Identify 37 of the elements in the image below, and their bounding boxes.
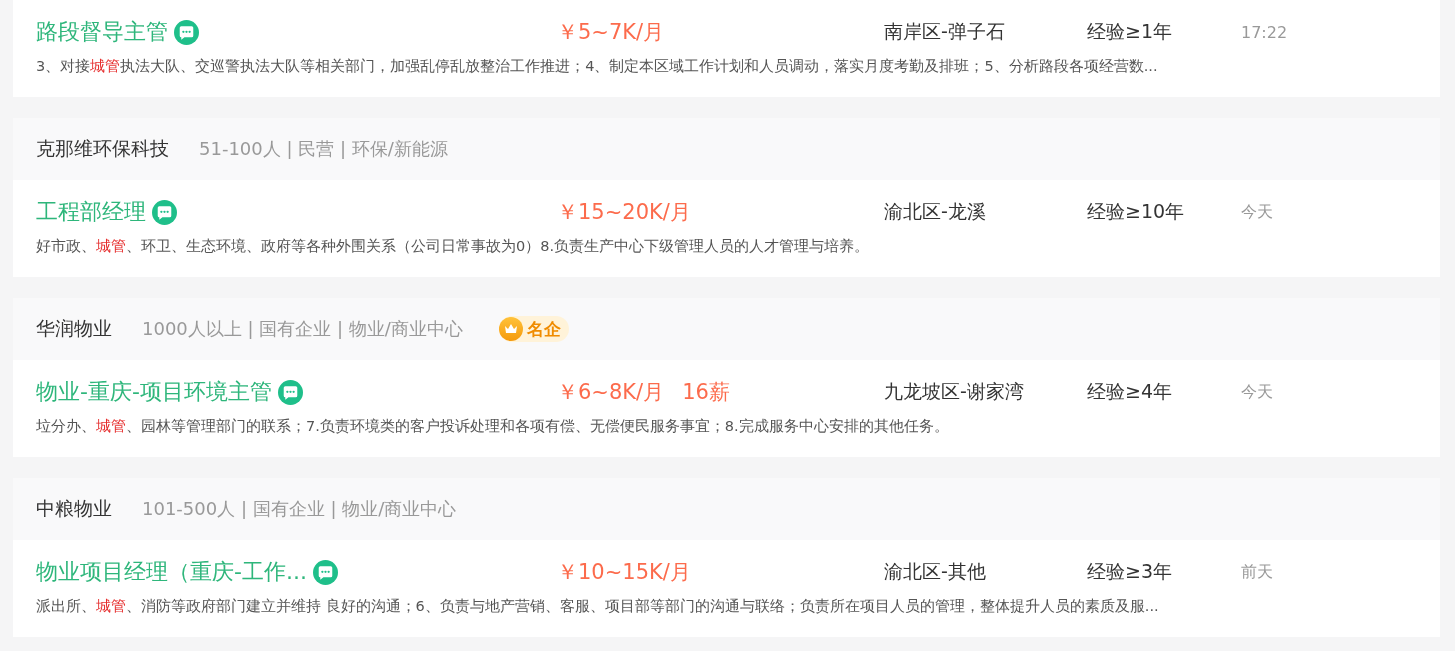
job-card[interactable]: 工程部经理 ￥15~20K/月 渝北区-龙溪 经验≥10年 今天 好市政、城管、环卫、生态环境、政府等各种外围关系（公司日常事故为0）8.负责生产中心下级管理人员的人才管理与培养。 [13, 180, 1440, 277]
salary: ￥5~7K/月 [557, 19, 665, 46]
company-name[interactable]: 克那维环保科技 [36, 136, 169, 162]
job-card[interactable]: 物业-重庆-项目环境主管 ￥6~8K/月 16薪 九龙坡区-谢家湾 经验≥4年 今天 垃分办、城管、园林等管理部门的联系；7.负责环境类的客户投诉处理和各项有偿、无偿便民服务事宜；8.完成服务中心安排的其他任务。 [13, 360, 1440, 457]
job-card[interactable]: 路段督导主管 ￥5~7K/月 南岸区-弹子石 经验≥1年 17:22 3、对接城管执法大队、交巡警执法大队等相关部门，加强乱停乱放整治工作推进；4、制定本区域工作计划和人员调动，落实月度考勤及排班；5、分析路段各项经营数... [13, 0, 1440, 97]
company-name[interactable]: 华润物业 [36, 316, 112, 342]
experience-requirement: 经验≥3年 [1087, 560, 1172, 582]
company-name[interactable]: 中粮物业 [36, 496, 112, 522]
job-description: 垃分办、城管、园林等管理部门的联系；7.负责环境类的客户投诉处理和各项有偿、无偿便民服务事宜；8.完成服务中心安排的其他任务。 [36, 417, 950, 436]
post-time: 17:22 [1241, 22, 1288, 42]
salary-months: 16薪 [682, 379, 730, 406]
job-description: 3、对接城管执法大队、交巡警执法大队等相关部门，加强乱停乱放整治工作推进；4、制定本区域工作计划和人员调动，落实月度考勤及排班；5、分析路段各项经营数... [36, 57, 1159, 76]
job-location: 渝北区-其他 [884, 560, 986, 582]
job-location: 九龙坡区-谢家湾 [884, 380, 1024, 402]
salary: ￥10~15K/月 [557, 559, 691, 586]
chat-icon[interactable] [152, 199, 177, 225]
experience-requirement: 经验≥1年 [1087, 20, 1172, 42]
company-info: 101-500人 | 国有企业 | 物业/商业中心 [142, 497, 457, 521]
job-location: 渝北区-龙溪 [884, 200, 986, 222]
salary: ￥15~20K/月 [557, 199, 691, 226]
company-info: 51-100人 | 民营 | 环保/新能源 [199, 137, 448, 161]
post-time: 今天 [1241, 201, 1273, 221]
famous-company-badge: 名企 [498, 316, 569, 342]
job-description: 好市政、城管、环卫、生态环境、政府等各种外围关系（公司日常事故为0）8.负责生产中心下级管理人员的人才管理与培养。 [36, 237, 871, 256]
chat-icon[interactable] [277, 379, 303, 405]
post-time: 今天 [1241, 381, 1273, 401]
company-info: 1000人以上 | 国有企业 | 物业/商业中心 [142, 317, 463, 341]
chat-icon[interactable] [312, 559, 338, 585]
experience-requirement: 经验≥4年 [1087, 380, 1172, 402]
job-card[interactable]: 物业项目经理（重庆-工作... ￥10~15K/月 渝北区-其他 经验≥3年 前天 派出所、城管、消防等政府部门建立并维持 良好的沟通；6、负责与地产营销、客服、项目部等部门的沟通与联络；负责所在项目人员的管理，整体提升人员的素质及服... [13, 540, 1440, 637]
crown-icon [498, 317, 523, 341]
experience-requirement: 经验≥10年 [1087, 200, 1185, 222]
job-location: 南岸区-弹子石 [884, 20, 1005, 42]
job-description: 派出所、城管、消防等政府部门建立并维持 良好的沟通；6、负责与地产营销、客服、项目部等部门的沟通与联络；负责所在项目人员的管理，整体提升人员的素质及服... [36, 597, 1160, 616]
salary: ￥6~8K/月 [557, 379, 665, 406]
chat-icon[interactable] [174, 19, 199, 45]
post-time: 前天 [1241, 561, 1273, 581]
